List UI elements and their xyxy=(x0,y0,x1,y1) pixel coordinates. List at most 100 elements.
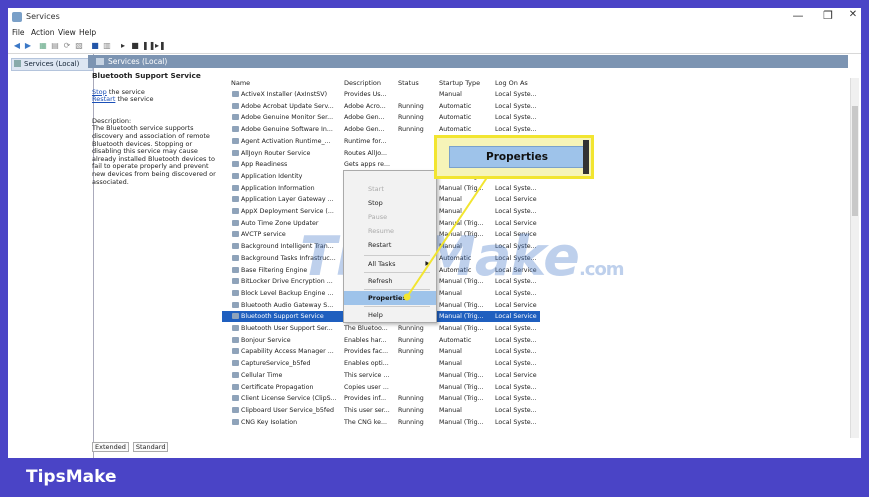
table-row[interactable]: Bonjour Service Enables har... Running Auto… xyxy=(222,335,540,346)
service-gear-icon xyxy=(232,219,239,226)
cell-log-on-as: Local Syste... xyxy=(495,325,537,332)
context-menu-stop[interactable]: Stop xyxy=(344,196,436,210)
cell-name: Bluetooth Support Service xyxy=(232,313,344,320)
stop-icon[interactable]: ■ xyxy=(130,41,140,50)
pause-icon[interactable]: ❚❚ xyxy=(142,41,155,50)
service-gear-icon xyxy=(232,278,239,285)
menu-file[interactable]: File xyxy=(12,28,25,37)
context-menu-help[interactable]: Help xyxy=(344,308,436,322)
cell-startup-type: Manual (Trig... xyxy=(439,325,484,332)
context-menu-restart-label: Restart xyxy=(368,241,392,249)
service-gear-icon xyxy=(232,348,239,355)
console-icon[interactable]: ▥ xyxy=(102,41,112,50)
callout-side-strip xyxy=(583,140,589,174)
service-gear-icon xyxy=(232,336,239,343)
service-name-text: Bluetooth Support Service xyxy=(241,313,324,321)
table-row[interactable]: Adobe Genuine Monitor Ser... Adobe Gen...… xyxy=(222,112,540,123)
services-app-icon xyxy=(12,12,22,22)
service-name-text: Clipboard User Service_b5fed xyxy=(241,406,334,414)
cell-log-on-as: Local Service xyxy=(495,313,537,321)
footer-brand: TipsMake xyxy=(26,467,117,487)
context-menu-stop-label: Stop xyxy=(368,199,383,207)
cell-description: Adobe Acro... xyxy=(344,102,386,110)
context-menu-resume[interactable]: Resume xyxy=(344,224,436,238)
service-name-text: Adobe Genuine Monitor Ser... xyxy=(241,114,334,122)
column-header-log-on-as[interactable]: Log On As xyxy=(495,79,528,87)
table-row[interactable]: Capability Access Manager ... Provides fa… xyxy=(222,346,540,357)
menu-bar: File Action View Help xyxy=(8,27,861,38)
help-icon[interactable]: ■ xyxy=(90,41,100,50)
cell-name: Bluetooth Audio Gateway S... xyxy=(232,301,344,309)
menu-help[interactable]: Help xyxy=(79,28,96,37)
context-menu-separator xyxy=(364,272,430,273)
back-icon[interactable]: ◀ xyxy=(12,41,22,50)
play-icon[interactable]: ▸ xyxy=(118,41,128,50)
table-row[interactable]: Bluetooth User Support Ser... The Bluetoo… xyxy=(222,323,540,334)
scrollbar-thumb[interactable] xyxy=(852,106,858,216)
minimize-button[interactable]: — xyxy=(783,9,813,22)
service-name-text: Adobe Genuine Software In... xyxy=(241,126,333,134)
context-menu-start[interactable]: Start xyxy=(344,182,436,196)
cell-status: Running xyxy=(398,406,424,414)
column-header-description[interactable]: Description xyxy=(344,79,381,87)
refresh-icon[interactable]: ⟳ xyxy=(62,41,72,50)
restart-icon[interactable]: ▸❚ xyxy=(155,41,166,50)
table-row[interactable]: Adobe Acrobat Update Serv... Adobe Acro..… xyxy=(222,101,540,112)
table-row[interactable]: CNG Key Isolation The CNG ke... Running Man… xyxy=(222,417,540,428)
service-name-text: Block Level Backup Engine ... xyxy=(241,289,334,297)
table-row[interactable]: ActiveX Installer (AxInstSV) Provides Us.… xyxy=(222,89,540,100)
context-menu-restart[interactable]: Restart xyxy=(344,238,436,252)
context-menu-all-tasks[interactable]: All Tasks ▶ xyxy=(344,257,436,271)
context-menu-refresh[interactable]: Refresh xyxy=(344,274,436,288)
table-row[interactable]: Certificate Propagation Copies user ... Ma… xyxy=(222,382,540,393)
service-gear-icon xyxy=(232,254,239,261)
close-button[interactable]: ✕ xyxy=(838,9,861,20)
table-row[interactable]: Client License Service (ClipS... Provides… xyxy=(222,393,540,404)
forward-icon[interactable]: ▶ xyxy=(23,41,33,50)
context-menu-pause[interactable]: Pause xyxy=(344,210,436,224)
cell-name: Block Level Backup Engine ... xyxy=(232,289,344,297)
cell-name: AllJoyn Router Service xyxy=(232,149,344,157)
service-gear-icon xyxy=(232,395,239,402)
cell-name: CaptureService_b5fed xyxy=(232,360,344,367)
tab-standard[interactable]: Standard xyxy=(132,442,169,452)
column-header-startup-type[interactable]: Startup Type xyxy=(439,79,480,87)
properties-icon[interactable]: ▤ xyxy=(50,41,60,50)
cell-name: Bluetooth User Support Ser... xyxy=(232,325,344,332)
tree-node-services-local[interactable]: Services (Local) xyxy=(11,58,93,71)
cell-startup-type: Manual xyxy=(439,208,462,215)
table-row[interactable]: Adobe Genuine Software In... Adobe Gen...… xyxy=(222,124,540,135)
service-name-text: Certificate Propagation xyxy=(241,383,314,391)
frame-right-border xyxy=(861,0,869,458)
menu-action[interactable]: Action xyxy=(31,28,55,37)
export-icon[interactable]: ▧ xyxy=(74,41,84,50)
cell-name: Bonjour Service xyxy=(232,336,344,344)
vertical-scrollbar[interactable] xyxy=(850,78,859,438)
context-menu-pause-label: Pause xyxy=(368,213,388,221)
context-menu-properties[interactable]: Properties xyxy=(344,291,436,305)
tab-extended[interactable]: Extended xyxy=(92,442,129,452)
menu-view[interactable]: View xyxy=(58,28,76,37)
restart-service-link[interactable]: Restart xyxy=(92,95,115,103)
table-row[interactable]: Cellular Time This service ... Manual (Tri… xyxy=(222,370,540,381)
description-text: The Bluetooth service supports discovery… xyxy=(92,124,216,186)
context-menu-resume-label: Resume xyxy=(368,227,395,235)
cell-startup-type: Automatic xyxy=(439,102,472,110)
restart-link-suffix: the service xyxy=(115,95,154,104)
cell-startup-type: Manual (Trig... xyxy=(439,395,484,403)
cell-log-on-as: Local Syste... xyxy=(495,348,537,356)
table-row[interactable]: Clipboard User Service_b5fed This user se… xyxy=(222,405,540,416)
table-row[interactable]: CaptureService_b5fed Enables opti... Manua… xyxy=(222,358,540,369)
cell-log-on-as: Local Syste... xyxy=(495,383,537,391)
service-name-text: Client License Service (ClipS... xyxy=(241,395,337,403)
service-gear-icon xyxy=(232,137,239,144)
cell-startup-type: Manual (Trig... xyxy=(439,371,484,379)
cell-log-on-as: Local Syste... xyxy=(495,360,537,368)
column-header-status[interactable]: Status xyxy=(398,79,419,87)
service-name-text: Application Layer Gateway ... xyxy=(241,196,334,204)
cell-log-on-as: Local Syste... xyxy=(495,91,537,98)
view-icon[interactable]: ▦ xyxy=(38,41,48,50)
column-header-name[interactable]: Name xyxy=(231,79,250,87)
service-gear-icon xyxy=(232,126,239,133)
cell-description: Provides inf... xyxy=(344,395,387,403)
